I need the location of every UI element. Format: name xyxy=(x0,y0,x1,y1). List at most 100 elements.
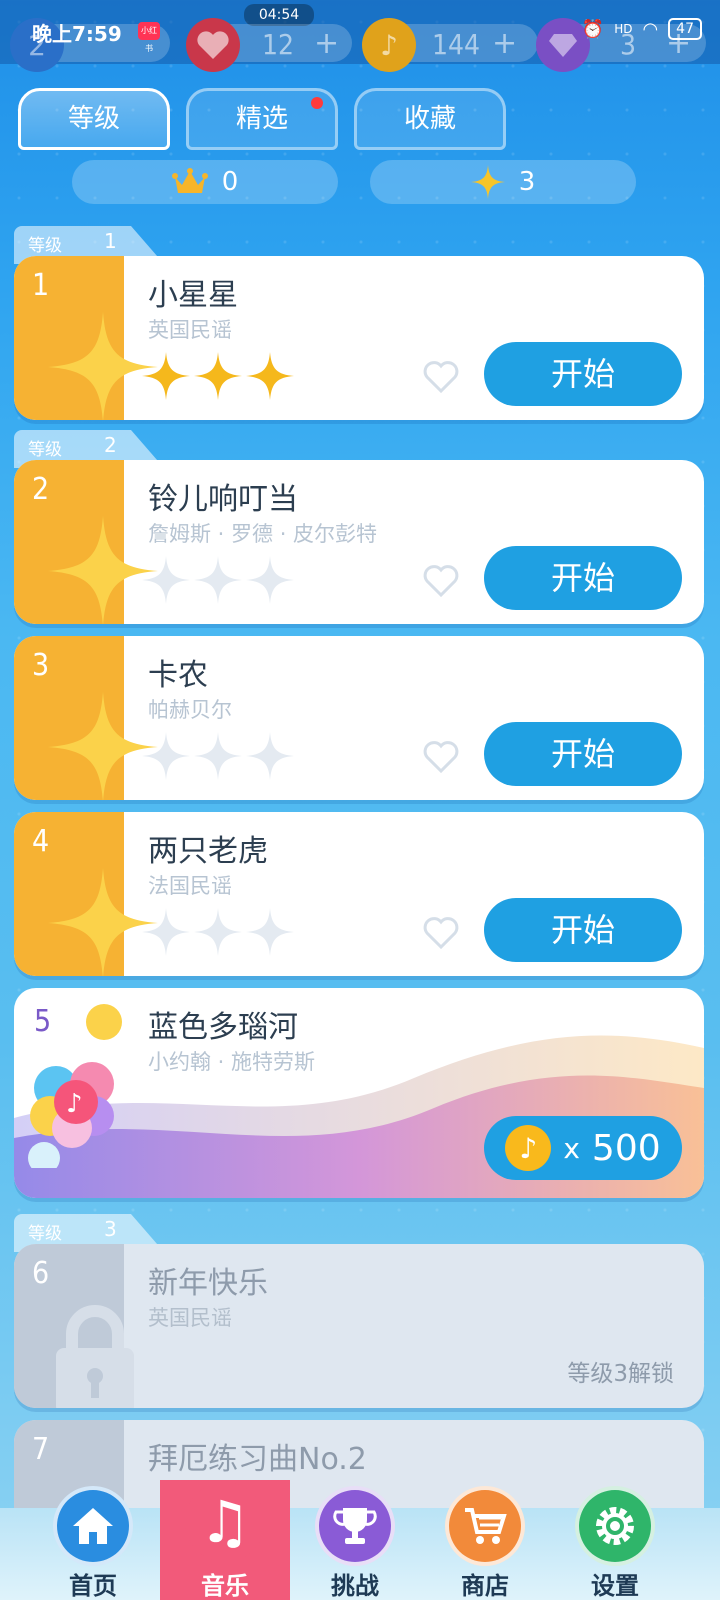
notes-resource[interactable]: ♪ 144 + xyxy=(362,18,538,72)
music-note-icon: ♫ xyxy=(185,1482,265,1562)
favorite-heart-icon[interactable] xyxy=(422,360,460,394)
trophy-icon xyxy=(315,1486,395,1566)
song-title: 两只老虎 xyxy=(148,834,268,869)
song-artist: 帕赫贝尔 xyxy=(148,698,232,722)
alarm-icon: ⏰ xyxy=(581,18,605,40)
svg-text:♪: ♪ xyxy=(66,1089,83,1119)
premium-song-card[interactable]: 5 ♪ 蓝色多瑙河 小约翰 · 施特劳斯 ♪ x 500 xyxy=(14,988,704,1198)
tab-featured-label: 精选 xyxy=(235,104,288,134)
start-button[interactable]: 开始 xyxy=(484,722,682,786)
star-empty-icon xyxy=(142,908,190,956)
song-rank: 6 xyxy=(32,1256,50,1291)
start-button[interactable]: 开始 xyxy=(484,898,682,962)
song-title: 新年快乐 xyxy=(148,1266,268,1301)
song-title: 拜厄练习曲No.2 xyxy=(148,1442,367,1477)
song-title: 蓝色多瑙河 xyxy=(148,1010,298,1045)
star-empty-icon xyxy=(194,732,242,780)
price-multiplier: x xyxy=(563,1131,580,1165)
rating-stars xyxy=(142,352,294,400)
star-empty-icon xyxy=(194,908,242,956)
sparkle-icon xyxy=(470,165,505,199)
nav-shop[interactable]: 商店 xyxy=(420,1486,550,1600)
app-notification-badge: 小红书 xyxy=(138,22,160,53)
song-rank-panel: 4 xyxy=(14,812,158,976)
song-card[interactable]: 3 卡农 帕赫贝尔 开始 xyxy=(14,636,704,800)
lock-icon xyxy=(56,1305,134,1408)
status-time: 晚上7:59 xyxy=(32,22,122,46)
music-note-icon: ♪ xyxy=(362,18,416,72)
signal-icon: HD xyxy=(614,22,633,36)
notification-dot xyxy=(311,97,323,109)
crown-icon xyxy=(171,168,208,193)
gear-icon xyxy=(575,1486,655,1566)
song-artist: 英国民谣 xyxy=(148,318,232,342)
tab-level[interactable]: 等级 xyxy=(18,88,170,150)
nav-music[interactable]: ♫ 音乐 xyxy=(160,1480,290,1600)
nav-home-label: 首页 xyxy=(69,1572,117,1600)
song-card[interactable]: 4 两只老虎 法国民谣 开始 xyxy=(14,812,704,976)
locked-song-card[interactable]: 6 新年快乐 英国民谣 等级3解锁 xyxy=(14,1244,704,1408)
start-button[interactable]: 开始 xyxy=(484,546,682,610)
level-tag-number: 2 xyxy=(104,433,117,457)
song-rank: 1 xyxy=(32,268,50,303)
rating-stars xyxy=(142,732,294,780)
song-rank-panel: 1 xyxy=(14,256,158,420)
star-count-value: 3 xyxy=(518,167,536,197)
tab-level-label: 等级 xyxy=(67,104,120,134)
star-empty-icon xyxy=(142,556,190,604)
song-card[interactable]: 2 铃儿响叮当 詹姆斯 · 罗德 · 皮尔彭特 开始 xyxy=(14,460,704,624)
star-filled-icon xyxy=(142,352,190,400)
nav-music-label: 音乐 xyxy=(201,1572,249,1600)
song-rank-panel: 3 xyxy=(14,636,158,800)
cart-icon xyxy=(445,1486,525,1566)
tab-favorites-label: 收藏 xyxy=(403,104,456,134)
rating-stars xyxy=(142,556,294,604)
star-empty-icon xyxy=(246,908,294,956)
unlock-requirement: 等级3解锁 xyxy=(567,1361,674,1387)
song-artist: 法国民谣 xyxy=(148,874,232,898)
level-tag-label: 等级 xyxy=(28,236,62,256)
level-tag-number: 1 xyxy=(104,229,117,253)
balloons-icon: ♪ xyxy=(28,1004,122,1168)
song-card[interactable]: 1 小星星 英国民谣 开始 xyxy=(14,256,704,420)
star-filled-icon xyxy=(246,352,294,400)
price-value: 500 xyxy=(591,1127,661,1169)
song-rank: 3 xyxy=(32,648,50,683)
song-rank-panel: 6 xyxy=(14,1244,134,1408)
bottom-navigation: 首页 ♫ 音乐 挑战 商店 设置 xyxy=(0,1480,720,1600)
buy-song-button[interactable]: ♪ x 500 xyxy=(484,1116,682,1180)
song-artist: 小约翰 · 施特劳斯 xyxy=(148,1050,316,1074)
home-icon xyxy=(53,1486,133,1566)
nav-settings-label: 设置 xyxy=(591,1572,639,1600)
favorite-heart-icon[interactable] xyxy=(422,564,460,598)
star-empty-icon xyxy=(246,556,294,604)
nav-shop-label: 商店 xyxy=(461,1572,509,1600)
song-artist: 英国民谣 xyxy=(148,1306,232,1330)
nav-home[interactable]: 首页 xyxy=(28,1486,158,1600)
song-rank: 7 xyxy=(32,1432,50,1467)
tab-favorites[interactable]: 收藏 xyxy=(354,88,506,150)
nav-challenge[interactable]: 挑战 xyxy=(290,1486,420,1600)
favorite-heart-icon[interactable] xyxy=(422,740,460,774)
tab-featured[interactable]: 精选 xyxy=(186,88,338,150)
song-title: 小星星 xyxy=(148,278,238,313)
crown-count: 0 xyxy=(72,160,338,204)
music-note-coin-icon: ♪ xyxy=(505,1125,552,1171)
heart-icon xyxy=(186,18,240,72)
nav-challenge-label: 挑战 xyxy=(331,1572,379,1600)
start-button[interactable]: 开始 xyxy=(484,342,682,406)
rating-stars xyxy=(142,908,294,956)
star-count: 3 xyxy=(370,160,636,204)
star-empty-icon xyxy=(142,732,190,780)
lives-resource[interactable]: 12 + xyxy=(186,18,352,72)
nav-settings[interactable]: 设置 xyxy=(550,1486,680,1600)
add-lives-icon[interactable]: + xyxy=(314,26,339,61)
add-notes-icon[interactable]: + xyxy=(492,26,517,61)
lives-value: 12 xyxy=(262,28,295,61)
battery-icon: 47 xyxy=(668,18,702,40)
star-filled-icon xyxy=(194,352,242,400)
star-empty-icon xyxy=(194,556,242,604)
level-tag-number: 3 xyxy=(104,1217,117,1241)
level-tag-label: 等级 xyxy=(28,440,62,460)
favorite-heart-icon[interactable] xyxy=(422,916,460,950)
